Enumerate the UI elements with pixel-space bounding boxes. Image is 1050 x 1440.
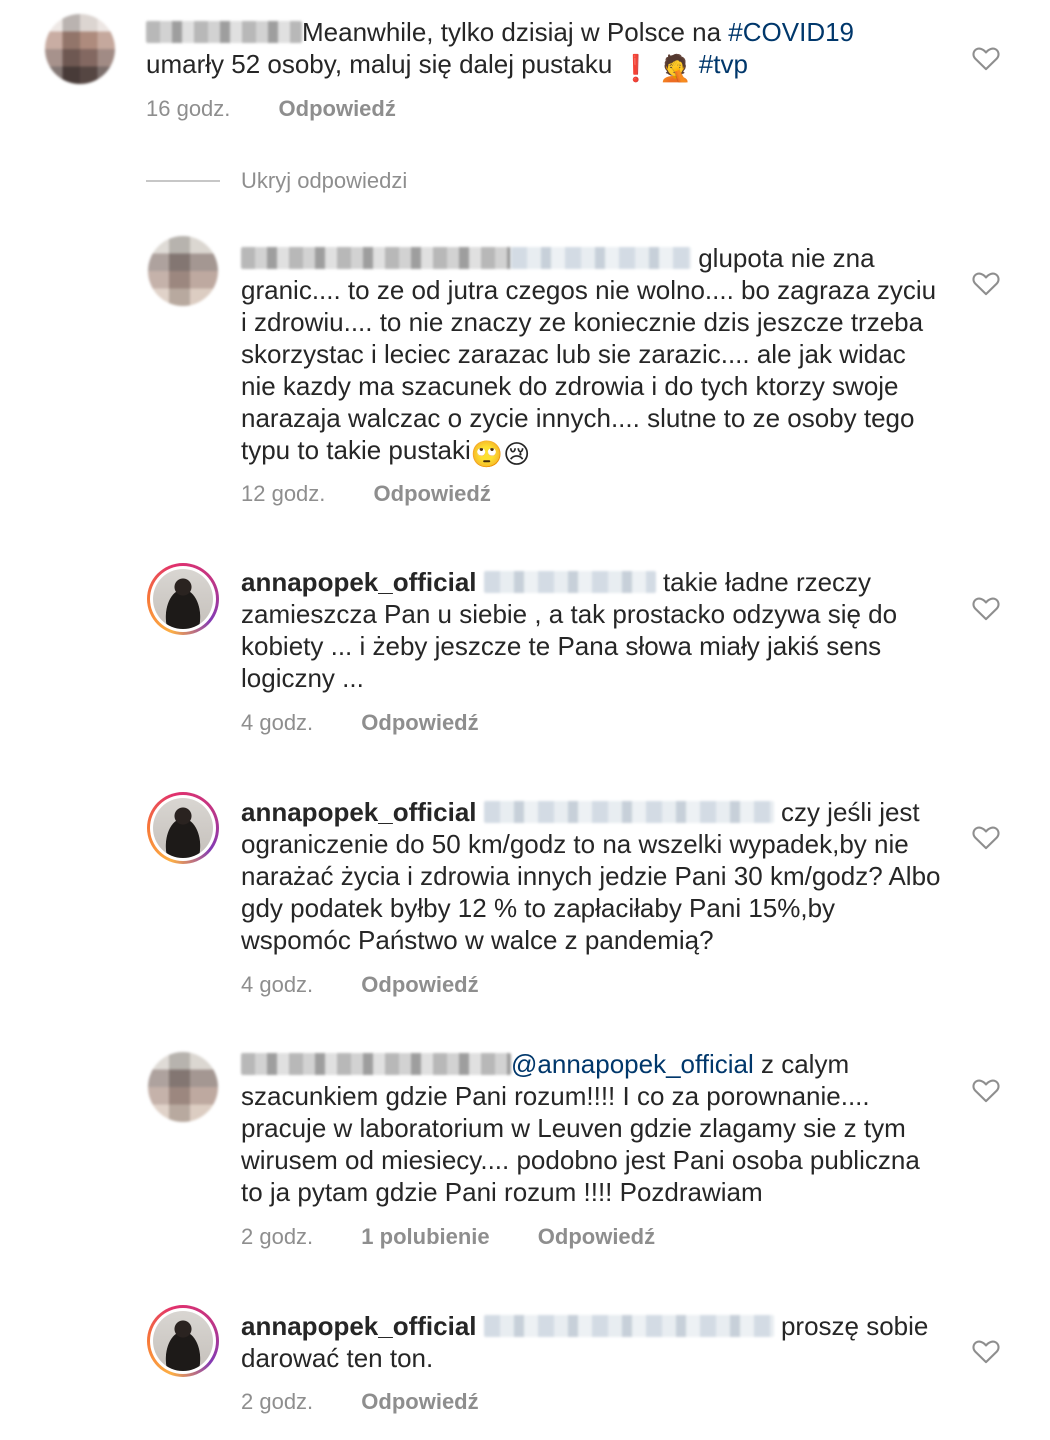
heart-icon[interactable] — [972, 270, 1000, 296]
avatar[interactable] — [45, 14, 115, 84]
comment-meta: 16 godz. Odpowiedź — [146, 96, 396, 122]
comment-text: annapopek_official takie ładne rzeczy za… — [241, 567, 898, 693]
blurred-mention[interactable] — [483, 571, 656, 593]
username-link[interactable]: annapopek_official — [241, 1311, 477, 1341]
username-link[interactable]: annapopek_official — [241, 797, 477, 827]
blurred-mention[interactable] — [483, 801, 774, 823]
comment-text: glupota nie zna granic.... to ze od jutr… — [241, 243, 937, 469]
hide-replies-line — [146, 180, 220, 182]
reply-button[interactable]: Odpowiedź — [361, 972, 478, 998]
timestamp: 4 godz. — [241, 710, 314, 735]
heart-icon[interactable] — [972, 824, 1000, 850]
timestamp: 2 godz. — [241, 1389, 314, 1414]
timestamp: 4 godz. — [241, 972, 314, 997]
eyeroll-crying-emoji: 🙄😢 — [470, 439, 531, 469]
avatar[interactable] — [148, 1052, 218, 1122]
mention-link[interactable]: @annapopek_official — [511, 1049, 754, 1079]
hashtag-link[interactable]: #tvp — [699, 49, 748, 79]
avatar[interactable] — [148, 236, 218, 306]
avatar[interactable] — [147, 792, 219, 864]
blurred-username[interactable] — [241, 247, 511, 269]
comment-meta: 2 godz. Odpowiedź — [241, 1389, 479, 1415]
comment-meta: 4 godz. Odpowiedź — [241, 972, 479, 998]
timestamp: 16 godz. — [146, 96, 231, 121]
comment-meta: 12 godz. Odpowiedź — [241, 481, 491, 507]
exclamation-emoji: ❗ — [619, 53, 652, 83]
timestamp: 2 godz. — [241, 1224, 314, 1249]
facepalm-emoji: 🤦 — [659, 53, 692, 83]
blurred-username[interactable] — [241, 1053, 511, 1075]
comment-text: Meanwhile, tylko dzisiaj w Polsce na #CO… — [146, 17, 855, 83]
blurred-mention[interactable] — [511, 247, 691, 269]
reply-button[interactable]: Odpowiedź — [361, 1389, 478, 1415]
heart-icon[interactable] — [972, 595, 1000, 621]
reply-button[interactable]: Odpowiedź — [279, 96, 396, 122]
comment-text: annapopek_official czy jeśli jest ograni… — [241, 797, 941, 955]
timestamp: 12 godz. — [241, 481, 326, 506]
avatar[interactable] — [147, 1305, 219, 1377]
heart-icon[interactable] — [972, 1077, 1000, 1103]
hashtag-link[interactable]: #COVID19 — [728, 17, 854, 47]
reply-button[interactable]: Odpowiedź — [374, 481, 491, 507]
likes-count-button[interactable]: 1 polubienie — [361, 1224, 489, 1250]
heart-icon[interactable] — [972, 45, 1000, 71]
comment-meta: 4 godz. Odpowiedź — [241, 710, 479, 736]
avatar[interactable] — [147, 563, 219, 635]
reply-button[interactable]: Odpowiedź — [538, 1224, 655, 1250]
hide-replies-button[interactable]: Ukryj odpowiedzi — [241, 168, 407, 194]
username-link[interactable]: annapopek_official — [241, 567, 477, 597]
reply-button[interactable]: Odpowiedź — [361, 710, 478, 736]
comment-text: @annapopek_official z calym szacunkiem g… — [241, 1049, 920, 1207]
blurred-username[interactable] — [146, 21, 302, 43]
comment-text: annapopek_official proszę sobie darować … — [241, 1311, 929, 1373]
heart-icon[interactable] — [972, 1338, 1000, 1364]
comment-meta: 2 godz. 1 polubienie Odpowiedź — [241, 1224, 655, 1250]
blurred-mention[interactable] — [483, 1315, 774, 1337]
